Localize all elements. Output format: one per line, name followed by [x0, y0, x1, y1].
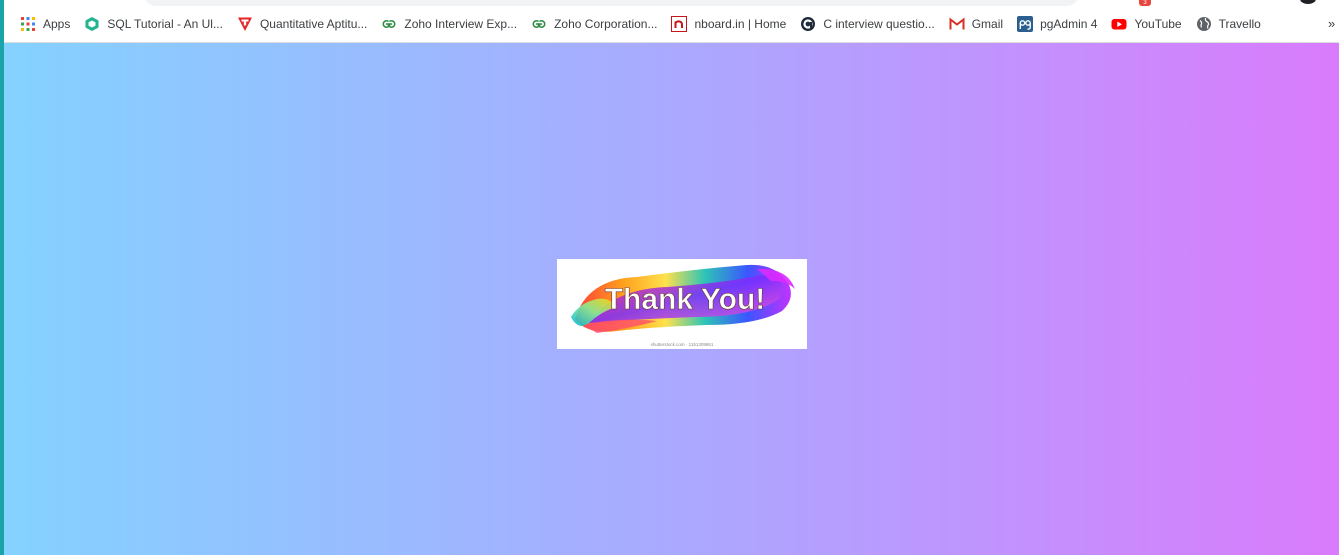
nboard-icon: [671, 16, 688, 32]
youtube-icon: [1111, 16, 1127, 32]
aptitude-icon: [237, 16, 253, 32]
apps-grid-icon: [20, 16, 36, 32]
bookmark-label: C interview questio...: [823, 17, 935, 31]
browser-window: 3 Apps SQL Tutorial - An Ul... Quantitat…: [0, 0, 1339, 555]
extension-badge[interactable]: 3: [1139, 0, 1151, 6]
bookmark-c-interview[interactable]: C interview questio...: [794, 13, 942, 35]
thank-you-text: Thank You!: [605, 283, 766, 316]
bookmark-label: YouTube: [1134, 17, 1182, 31]
bookmarks-overflow-button[interactable]: »: [1328, 16, 1335, 31]
geeksforgeeks-icon: [531, 16, 547, 32]
c-interview-icon: [800, 16, 816, 32]
thank-you-image: Thank You! shutterstock.com · 1151309861: [557, 259, 807, 349]
bookmark-nboard[interactable]: nboard.in | Home: [665, 13, 794, 35]
bookmark-label: SQL Tutorial - An Ul...: [107, 17, 223, 31]
bookmark-apps[interactable]: Apps: [14, 13, 78, 35]
bookmark-label: nboard.in | Home: [694, 17, 787, 31]
bookmark-label: Zoho Corporation...: [554, 17, 658, 31]
bookmark-label: pgAdmin 4: [1040, 17, 1098, 31]
bookmarks-toolbar: 3 Apps SQL Tutorial - An Ul... Quantitat…: [4, 0, 1339, 43]
pgadmin-icon: [1017, 16, 1034, 32]
address-bar[interactable]: [144, 0, 1079, 6]
bookmark-youtube[interactable]: YouTube: [1105, 13, 1189, 35]
bookmark-zoho-corporation[interactable]: Zoho Corporation...: [525, 13, 665, 35]
bookmark-travello[interactable]: Travello: [1190, 13, 1269, 35]
globe-icon: [1196, 16, 1212, 32]
bookmark-sql-tutorial[interactable]: SQL Tutorial - An Ul...: [78, 13, 231, 35]
sql-tutorial-icon: [84, 16, 100, 32]
gmail-icon: [949, 16, 965, 32]
bookmark-pgadmin[interactable]: pgAdmin 4: [1011, 13, 1105, 35]
bookmark-label: Apps: [43, 17, 71, 31]
profile-avatar[interactable]: [1300, 0, 1316, 4]
bookmark-label: Quantitative Aptitu...: [259, 17, 368, 31]
bookmarks-bar: Apps SQL Tutorial - An Ul... Quantitativ…: [14, 13, 1269, 35]
bookmark-gmail[interactable]: Gmail: [943, 13, 1011, 35]
image-watermark: shutterstock.com · 1151309861: [651, 342, 714, 347]
bookmark-quantitative-aptitude[interactable]: Quantitative Aptitu...: [231, 13, 375, 35]
bookmark-label: Zoho Interview Exp...: [404, 17, 518, 31]
page-content: Thank You! shutterstock.com · 1151309861: [4, 43, 1339, 555]
bookmark-label: Gmail: [971, 17, 1004, 31]
bookmark-zoho-interview[interactable]: Zoho Interview Exp...: [375, 13, 525, 35]
bookmark-label: Travello: [1218, 17, 1261, 31]
geeksforgeeks-icon: [381, 16, 397, 32]
